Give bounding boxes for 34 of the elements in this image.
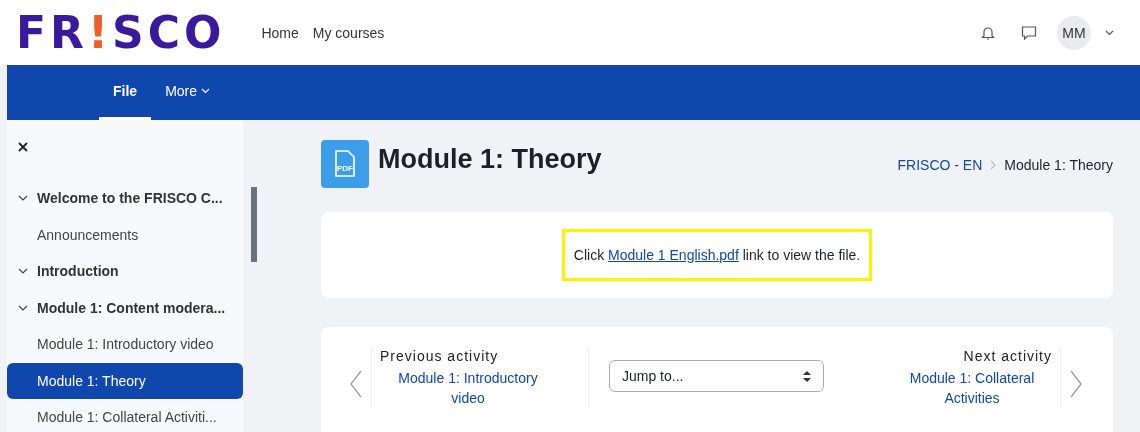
page-title: Module 1: Theory <box>378 144 602 175</box>
close-icon[interactable] <box>18 142 28 152</box>
previous-activity-link[interactable]: Module 1: Introductory video <box>388 368 548 408</box>
next-activity-link[interactable]: Module 1: Collateral Activities <box>892 368 1052 408</box>
file-link[interactable]: Module 1 English.pdf <box>608 247 739 263</box>
course-index-item[interactable]: Module 1: Introductory video <box>7 326 243 363</box>
breadcrumb-link[interactable]: FRISCO - EN <box>897 157 983 173</box>
pdf-file-icon: PDF <box>321 140 369 188</box>
chevron-icon <box>990 160 997 170</box>
course-index-item[interactable]: Announcements <box>7 216 243 253</box>
caret-icon <box>201 88 211 94</box>
next-activity-label: Next activity <box>963 348 1052 364</box>
nav-tab[interactable]: More <box>151 65 225 120</box>
scrollbar[interactable] <box>251 187 257 262</box>
jump-to-select[interactable]: Jump to... <box>609 360 824 392</box>
course-index-item[interactable]: Introduction <box>7 253 243 290</box>
course-index-item[interactable]: Module 1: Content modera... <box>7 289 243 326</box>
chevron-icon[interactable] <box>18 268 28 275</box>
nav-link[interactable]: Home <box>261 24 299 41</box>
logo[interactable]: FR!SCO <box>16 7 226 58</box>
course-index-item[interactable]: Welcome to the FRISCO C... <box>7 180 243 217</box>
course-index-item[interactable]: Module 1: Collateral Activiti... <box>7 399 243 432</box>
course-index-item[interactable]: Module 1: Theory <box>7 362 243 399</box>
file-instruction-text: Click Module 1 English.pdf link to view the file. <box>561 229 873 281</box>
chevron-icon[interactable] <box>18 304 28 311</box>
chat-icon[interactable] <box>1021 24 1037 41</box>
sort-arrows-icon <box>803 370 811 382</box>
caret-icon[interactable] <box>1105 29 1114 36</box>
chevron-icon[interactable] <box>18 195 28 202</box>
bell-icon[interactable] <box>981 24 995 41</box>
breadcrumb-current: Module 1: Theory <box>1004 157 1113 173</box>
user-avatar[interactable]: MM <box>1057 15 1091 50</box>
previous-activity-label: Previous activity <box>380 348 499 364</box>
nav-link[interactable]: My courses <box>312 24 385 41</box>
